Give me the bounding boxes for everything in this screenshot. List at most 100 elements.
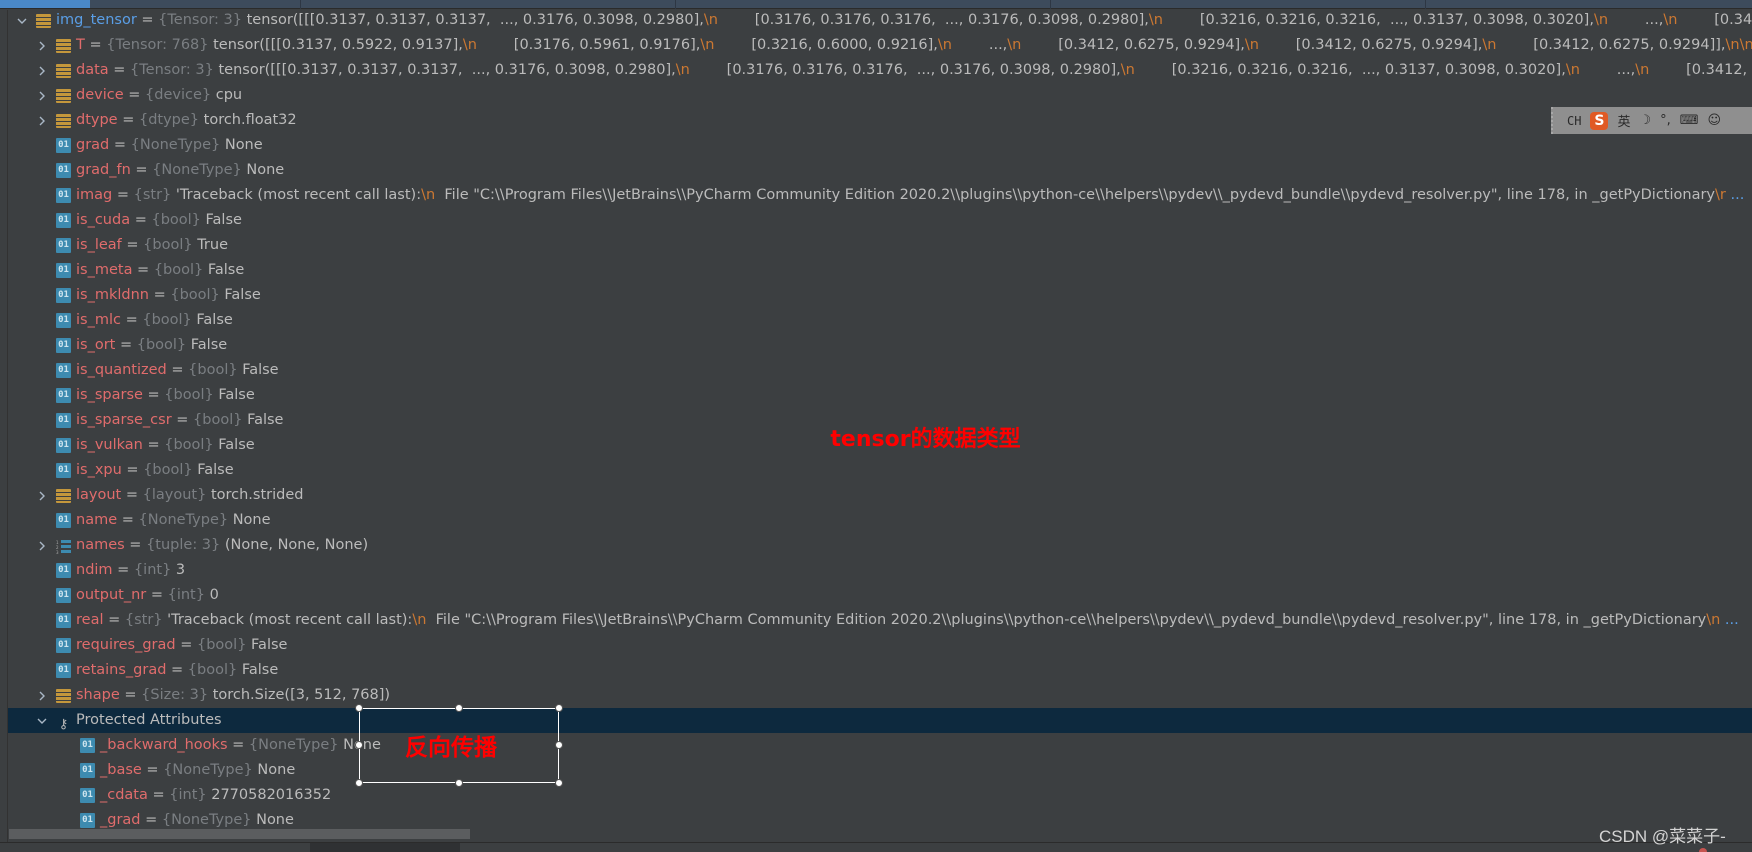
tree-row[interactable]: 01 is_mkldnn = {bool} False (8, 283, 1752, 308)
tree-row[interactable]: 01 _grad = {NoneType} None (8, 808, 1752, 830)
debugger-tab-strip (0, 0, 1752, 9)
resize-handle[interactable] (455, 779, 463, 787)
tree-row[interactable]: 01 imag = {str} 'Traceback (most recent c… (8, 183, 1752, 208)
ime-toolbar[interactable]: CH S 英 ☽ °, ⌨ ☺ (1551, 107, 1752, 134)
tree-row[interactable]: ⚷ Protected Attributes (8, 708, 1752, 733)
field-icon: 01 (56, 363, 71, 378)
bottom-active-tab[interactable] (310, 843, 460, 852)
tree-row[interactable]: shape = {Size: 3} torch.Size([3, 512, 76… (8, 683, 1752, 708)
variable-value: False (196, 312, 233, 328)
tree-row[interactable]: 01 _backward_hooks = {NoneType} None (8, 733, 1752, 758)
resize-handle[interactable] (355, 741, 363, 749)
tree-row[interactable]: 01 is_meta = {bool} False (8, 258, 1752, 283)
variable-name: is_sparse (76, 387, 143, 403)
keyboard-icon[interactable]: ⌨ (1680, 113, 1699, 128)
chevron-down-icon[interactable] (36, 708, 48, 733)
resize-handle[interactable] (355, 779, 363, 787)
variable-value: None (257, 762, 296, 778)
variable-name: real (76, 612, 104, 628)
variable-value: None (224, 137, 263, 153)
chevron-right-icon[interactable] (36, 108, 48, 133)
left-gutter (0, 10, 8, 843)
tree-row[interactable]: 01 requires_grad = {bool} False (8, 633, 1752, 658)
tree-row[interactable]: 01 grad_fn = {NoneType} None (8, 158, 1752, 183)
tree-row[interactable]: img_tensor = {Tensor: 3} tensor([[[0.313… (8, 10, 1752, 33)
ime-language-toggle[interactable]: CH (1567, 114, 1581, 128)
variable-name: grad (76, 137, 110, 153)
chevron-right-icon[interactable] (36, 683, 48, 708)
tree-row[interactable]: 01 is_mlc = {bool} False (8, 308, 1752, 333)
variable-value: tensor([[[0.3137, 0.3137, 0.3137, ..., 0… (246, 12, 704, 28)
variable-type: {bool} (188, 362, 238, 378)
variable-value: [0.3412, 0.6275, 0.9294], (1021, 37, 1245, 53)
tree-row-text: dtype = {dtype} torch.float32 (76, 108, 297, 133)
tree-row[interactable]: 01 real = {str} 'Traceback (most recent c… (8, 608, 1752, 633)
tree-row[interactable]: 01 output_nr = {int} 0 (8, 583, 1752, 608)
equals-sign: = (123, 87, 146, 103)
variable-type: {NoneType} (152, 162, 242, 178)
horizontal-scrollbar[interactable] (9, 829, 470, 839)
variable-type: {tuple: 3} (146, 537, 221, 553)
variable-name: is_xpu (76, 462, 122, 478)
escape-sequence: \n (1565, 62, 1580, 78)
resize-handle[interactable] (355, 704, 363, 712)
escape-sequence: \n (1482, 37, 1497, 53)
resize-handle[interactable] (555, 704, 563, 712)
variable-type: {Tensor: 768} (106, 37, 209, 53)
moon-icon[interactable]: ☽ (1639, 113, 1651, 128)
tree-row[interactable]: 01 is_quantized = {bool} False (8, 358, 1752, 383)
truncation-ellipsis[interactable]: ... (1726, 187, 1744, 203)
tree-row[interactable]: 1 2 3 names = {tuple: 3} (None, None, None) (8, 533, 1752, 558)
tree-row[interactable]: device = {device} cpu (8, 83, 1752, 108)
field-icon: 01 (56, 288, 71, 303)
tree-row[interactable]: 01 ndim = {int} 3 (8, 558, 1752, 583)
user-icon[interactable]: ☺ (1708, 113, 1722, 128)
tree-row[interactable]: dtype = {dtype} torch.float32 (8, 108, 1752, 133)
tree-row-text: name = {NoneType} None (76, 508, 271, 533)
chevron-right-icon[interactable] (36, 533, 48, 558)
bottom-tool-strip (0, 842, 1752, 852)
resize-handle[interactable] (555, 741, 563, 749)
variable-name: shape (76, 687, 120, 703)
ime-logo-icon[interactable]: S (1590, 111, 1609, 130)
notification-indicator-icon[interactable] (1699, 848, 1707, 852)
resize-handle[interactable] (555, 779, 563, 787)
resize-handle[interactable] (455, 704, 463, 712)
variable-value: [0.3412, 0.6275, 0.9294], (1258, 37, 1483, 53)
tree-row-text: names = {tuple: 3} (None, None, None) (76, 533, 368, 558)
punctuation-icon[interactable]: °, (1660, 113, 1671, 128)
variable-name: _backward_hooks (100, 737, 228, 753)
variable-type: {NoneType} (161, 812, 252, 828)
variable-value: 3 (175, 562, 186, 578)
watermark: CSDN @菜菜子- (1599, 827, 1726, 846)
tree-row[interactable]: layout = {layout} torch.strided (8, 483, 1752, 508)
equals-sign: = (108, 62, 131, 78)
active-tab-indicator[interactable] (0, 0, 90, 8)
chevron-right-icon[interactable] (36, 83, 48, 108)
variable-value: None (232, 512, 271, 528)
tree-row[interactable]: 01 grad = {NoneType} None (8, 133, 1752, 158)
equals-sign: = (130, 162, 153, 178)
tree-row[interactable]: 01 is_leaf = {bool} True (8, 233, 1752, 258)
tree-row[interactable]: 01 name = {NoneType} None (8, 508, 1752, 533)
variable-value: [0.3412, 0.3412, 0 (1686, 62, 1752, 78)
tree-row[interactable]: 01 _base = {NoneType} None (8, 758, 1752, 783)
truncation-ellipsis[interactable]: ... (1720, 612, 1739, 628)
tree-row[interactable]: data = {Tensor: 3} tensor([[[0.3137, 0.3… (8, 58, 1752, 83)
list-icon: 123 (56, 538, 71, 555)
tree-row[interactable]: 01 is_xpu = {bool} False (8, 458, 1752, 483)
chevron-right-icon[interactable] (36, 58, 48, 83)
variable-name: output_nr (76, 587, 147, 603)
tree-row[interactable]: 01 _cdata = {int} 2770582016352 (8, 783, 1752, 808)
chevron-right-icon[interactable] (36, 33, 48, 58)
chevron-down-icon[interactable] (16, 10, 28, 33)
tree-row[interactable]: 01 is_cuda = {bool} False (8, 208, 1752, 233)
tree-row[interactable]: 01 retains_grad = {bool} False (8, 658, 1752, 683)
variable-type: {bool} (142, 312, 192, 328)
tree-row[interactable]: T = {Tensor: 768} tensor([[[0.3137, 0.59… (8, 33, 1752, 58)
chevron-right-icon[interactable] (36, 483, 48, 508)
full-width-icon[interactable]: 英 (1617, 111, 1630, 130)
variable-name: device (76, 87, 124, 103)
tree-row[interactable]: 01 is_ort = {bool} False (8, 333, 1752, 358)
tree-row[interactable]: 01 is_sparse = {bool} False (8, 383, 1752, 408)
